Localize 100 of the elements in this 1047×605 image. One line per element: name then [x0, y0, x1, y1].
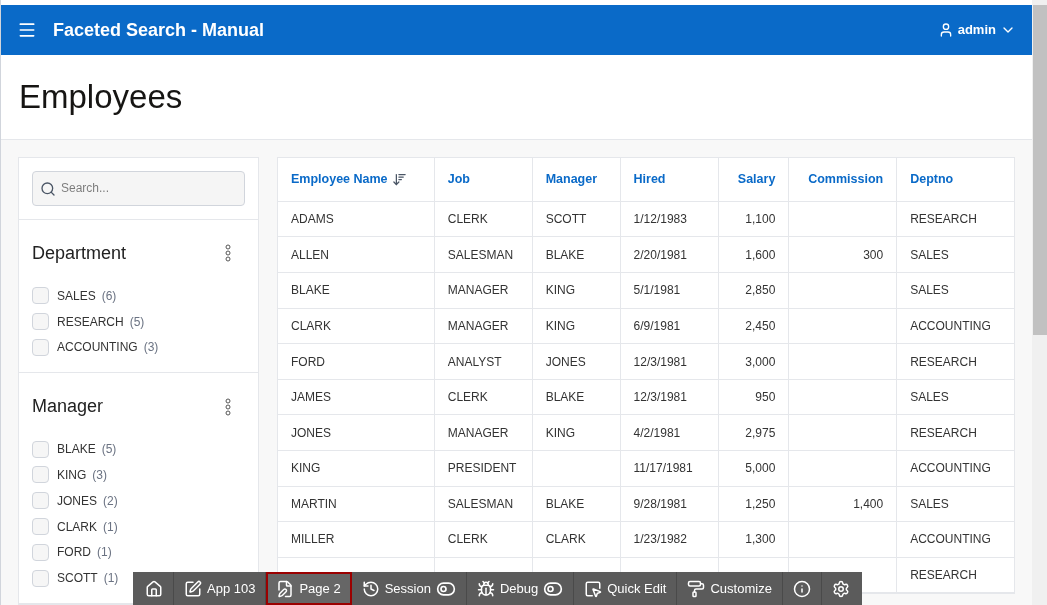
table-cell-text: 1,100	[745, 211, 776, 229]
table-cell-text: 4/2/1981	[633, 424, 681, 442]
table-cell-text: ACCOUNTING	[910, 317, 991, 335]
table-cell-text: 1/23/1982	[633, 531, 687, 549]
checkbox[interactable]	[32, 518, 49, 535]
facet-title: Manager	[32, 395, 104, 419]
table-cell-text: 5,000	[745, 460, 776, 478]
table-cell-text: 12/3/1981	[633, 353, 687, 371]
table-cell-text: SALESMAN	[447, 246, 514, 264]
facet-option[interactable]: BLAKE (5)	[57, 440, 117, 459]
column-header[interactable]: Commission	[808, 169, 884, 189]
checkbox[interactable]	[32, 287, 49, 305]
table-cell-text: 5/1/1981	[633, 282, 681, 300]
column-header[interactable]: Employee Name	[291, 169, 407, 189]
toolbar-button[interactable]: Quick Edit	[574, 572, 678, 605]
table-cell-text: 3,000	[745, 353, 776, 371]
table-cell-text: SALES	[910, 282, 949, 300]
checkbox[interactable]	[32, 543, 49, 561]
table-cell-text: KING	[545, 282, 575, 300]
table-cell-text: 1,400	[853, 495, 884, 513]
checkbox[interactable]	[32, 466, 49, 484]
bug-icon	[476, 579, 495, 598]
table-cell-text: 2,850	[745, 282, 776, 300]
more-options-icon[interactable]	[225, 397, 231, 416]
table-cell-text: BLAKE	[545, 389, 585, 407]
table-cell-text: ACCOUNTING	[910, 531, 991, 549]
checkbox[interactable]	[32, 313, 49, 330]
checkbox[interactable]	[32, 569, 49, 587]
column-header[interactable]: Deptno	[910, 169, 954, 189]
table-cell-text: JONES	[545, 353, 586, 371]
table-cell-text: 950	[755, 389, 776, 407]
table-cell-text: BLAKE	[545, 495, 585, 513]
column-header[interactable]: Job	[447, 169, 470, 189]
table-cell-text: 12/3/1981	[633, 389, 687, 407]
edit-icon	[184, 579, 202, 598]
page-title: Employees	[19, 77, 183, 118]
table-cell-text: JONES	[291, 424, 331, 442]
more-options-icon[interactable]	[225, 244, 231, 263]
table-cell-text: CLERK	[447, 531, 488, 549]
table-cell-text: 2/20/1981	[633, 246, 687, 264]
column-header[interactable]: Manager	[545, 169, 598, 189]
table-cell-text: ANALYST	[447, 353, 502, 371]
table-cell-text: KING	[545, 317, 575, 335]
toolbar-button[interactable]: Page 2	[266, 572, 352, 605]
checkbox[interactable]	[32, 338, 49, 356]
table-cell-text: 1/12/1983	[633, 211, 687, 229]
table-cell-text: MANAGER	[447, 282, 509, 300]
facet-option[interactable]: KING (3)	[57, 465, 107, 484]
scrollbar[interactable]	[1032, 0, 1047, 605]
toolbar-button[interactable]: Customize	[677, 572, 783, 605]
facet-option[interactable]: ACCOUNTING (3)	[57, 338, 159, 357]
facet-option[interactable]: SCOTT (1)	[57, 569, 119, 588]
toolbar-button[interactable]: Session	[351, 572, 467, 605]
facet-option[interactable]: FORD (1)	[57, 543, 112, 562]
search-field[interactable]: Search...	[32, 170, 245, 206]
table-cell-text: SALES	[910, 389, 949, 407]
table-cell-text: BLAKE	[545, 246, 585, 264]
table-cell-text: 11/17/1981	[633, 460, 693, 478]
file-edit-icon	[276, 579, 295, 598]
table-cell-text: ALLEN	[291, 246, 330, 264]
table-cell-text: 2,450	[745, 317, 776, 335]
table-cell-text: BLAKE	[291, 282, 330, 300]
table-cell-text: KING	[291, 460, 321, 478]
paint-roller-icon	[687, 579, 706, 598]
table-cell-text: CLARK	[545, 531, 586, 549]
app-title: Faceted Search - Manual	[53, 18, 265, 42]
column-header[interactable]: Salary	[737, 169, 776, 189]
pointer-icon	[584, 579, 603, 598]
column-header[interactable]: Hired	[633, 169, 666, 189]
table-cell-text: ACCOUNTING	[910, 460, 991, 478]
table-cell-text: 6/9/1981	[633, 317, 681, 335]
table-cell-text: 1,300	[745, 531, 776, 549]
table-cell-text: CLARK	[291, 317, 331, 335]
table-cell-text: RESEARCH	[910, 567, 977, 585]
table-cell-text: FORD	[291, 353, 325, 371]
facet-title: Department	[32, 241, 127, 265]
user-menu[interactable]: admin	[937, 20, 1016, 40]
table-cell-text: SALES	[910, 495, 949, 513]
table-cell-text: 1,250	[745, 495, 776, 513]
table-cell-text: 2,975	[745, 424, 776, 442]
table-cell-text: SALES	[910, 246, 949, 264]
toolbar-button[interactable]: Debug	[466, 572, 575, 605]
table-cell-text: CLERK	[447, 211, 488, 229]
table-cell-text: MILLER	[291, 531, 335, 549]
table-cell-text: ADAMS	[291, 211, 334, 229]
checkbox[interactable]	[32, 440, 49, 458]
table-cell-text: RESEARCH	[910, 353, 977, 371]
search-icon	[40, 180, 56, 197]
facet-option[interactable]: SALES (6)	[57, 286, 117, 305]
table-cell-text: SALESMAN	[447, 495, 514, 513]
table-cell-text: MANAGER	[447, 317, 509, 335]
facet-option[interactable]: CLARK (1)	[57, 517, 118, 536]
table-cell-text: MANAGER	[447, 424, 509, 442]
table-cell-text: 1,600	[745, 246, 776, 264]
checkbox[interactable]	[32, 492, 49, 510]
table-cell-text: PRESIDENT	[447, 460, 517, 478]
facet-option[interactable]: RESEARCH (5)	[57, 312, 145, 331]
clock-icon	[361, 579, 380, 598]
facet-option[interactable]: JONES (2)	[57, 491, 118, 510]
table-cell-text: MARTIN	[291, 495, 337, 513]
